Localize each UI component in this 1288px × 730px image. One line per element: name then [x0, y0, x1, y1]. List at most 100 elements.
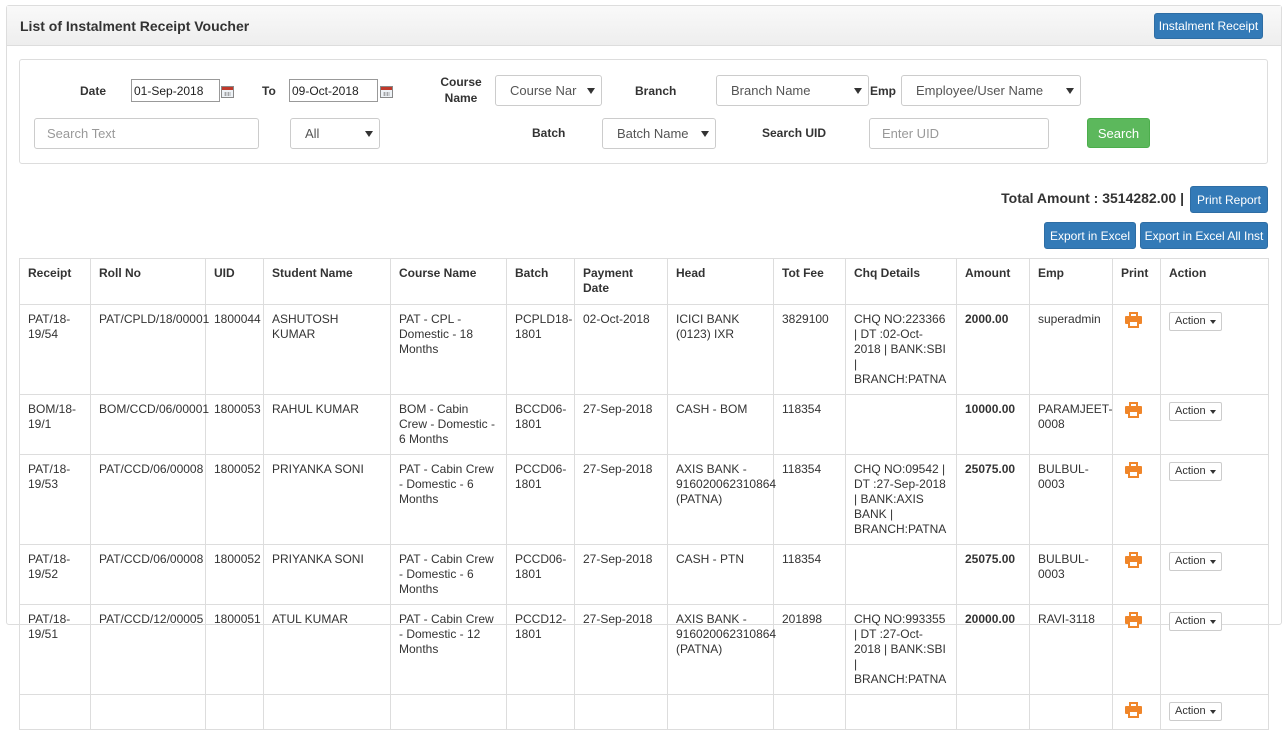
column-header[interactable]: UID [205, 258, 264, 305]
head-cell [667, 694, 774, 730]
page-title: List of Instalment Receipt Voucher [20, 18, 250, 34]
action-dropdown-button[interactable]: Action [1169, 702, 1222, 721]
column-header[interactable]: Course Name [390, 258, 507, 305]
emp-cell: BULBUL-0003 [1029, 544, 1113, 605]
calendar-icon[interactable] [380, 86, 393, 98]
instalment-receipt-button[interactable]: Instalment Receipt [1154, 13, 1263, 39]
tot-fee-cell: 3829100 [773, 304, 846, 395]
column-header[interactable]: Payment Date [574, 258, 668, 305]
print-cell [1112, 304, 1161, 395]
batch-cell: PCCD06-1801 [506, 544, 575, 605]
action-dropdown-button[interactable]: Action [1169, 312, 1222, 331]
chq-details-cell: CHQ NO:09542 | DT :27-Sep-2018 | BANK:AX… [845, 454, 957, 545]
search-button[interactable]: Search [1087, 118, 1150, 148]
column-header[interactable]: Receipt [19, 258, 91, 305]
uid-cell: 1800053 [205, 394, 264, 455]
print-cell [1112, 694, 1161, 730]
emp-label: Emp [870, 84, 897, 98]
receipt-cell [19, 694, 91, 730]
caret-down-icon [1209, 559, 1216, 564]
table-row: Action [19, 694, 1269, 730]
table-row: PAT/18-19/52 PAT/CCD/06/00008 1800052 PR… [19, 544, 1269, 605]
action-cell: Action [1160, 394, 1269, 455]
payment-date-cell: 27-Sep-2018 [574, 544, 668, 605]
head-cell: CASH - BOM [667, 394, 774, 455]
caret-down-icon [1209, 469, 1216, 474]
tot-fee-cell: 118354 [773, 454, 846, 545]
student-name-cell: ATUL KUMAR [263, 604, 391, 695]
to-label: To [262, 84, 276, 98]
course-name-cell: PAT - Cabin Crew - Domestic - 6 Months [390, 544, 507, 605]
printer-icon[interactable] [1125, 612, 1142, 628]
action-dropdown-button[interactable]: Action [1169, 402, 1222, 421]
date-from-input[interactable]: 01-Sep-2018 [131, 79, 220, 102]
action-dropdown-button[interactable]: Action [1169, 612, 1222, 631]
chq-details-cell [845, 694, 957, 730]
column-header[interactable]: Roll No [90, 258, 206, 305]
student-name-cell: ASHUTOSH KUMAR [263, 304, 391, 395]
print-cell [1112, 394, 1161, 455]
calendar-icon[interactable] [221, 86, 234, 98]
course-select[interactable]: Course Nar [495, 75, 602, 106]
course-name-cell: PAT - CPL - Domestic - 18 Months [390, 304, 507, 395]
receipt-cell: PAT/18-19/52 [19, 544, 91, 605]
date-to-input[interactable]: 09-Oct-2018 [289, 79, 378, 102]
student-name-cell [263, 694, 391, 730]
tot-fee-cell: 201898 [773, 604, 846, 695]
column-header[interactable]: Chq Details [845, 258, 957, 305]
employee-select[interactable]: Employee/User Name [901, 75, 1081, 106]
branch-select-value: Branch Name [731, 83, 811, 98]
column-header[interactable]: Amount [956, 258, 1030, 305]
student-name-cell: PRIYANKA SONI [263, 454, 391, 545]
printer-icon[interactable] [1125, 312, 1142, 328]
emp-cell: superadmin [1029, 304, 1113, 395]
caret-down-icon [1209, 319, 1216, 324]
batch-select-value: Batch Name [617, 126, 689, 141]
all-select[interactable]: All [290, 118, 380, 149]
search-uid-label: Search UID [762, 126, 827, 140]
course-name-cell: PAT - Cabin Crew - Domestic - 6 Months [390, 454, 507, 545]
search-text-input[interactable]: Search Text [34, 118, 259, 149]
printer-icon[interactable] [1125, 402, 1142, 418]
batch-cell: PCCD12-1801 [506, 604, 575, 695]
chq-details-cell [845, 544, 957, 605]
amount-cell: 20000.00 [956, 604, 1030, 695]
action-dropdown-button[interactable]: Action [1169, 552, 1222, 571]
printer-icon[interactable] [1125, 702, 1142, 718]
column-header[interactable]: Tot Fee [773, 258, 846, 305]
student-name-cell: PRIYANKA SONI [263, 544, 391, 605]
batch-select[interactable]: Batch Name [602, 118, 716, 149]
emp-cell: RAVI-3118 [1029, 604, 1113, 695]
column-header[interactable]: Batch [506, 258, 575, 305]
chq-details-cell: CHQ NO:223366 | DT :02-Oct-2018 | BANK:S… [845, 304, 957, 395]
action-label: Action [1175, 555, 1206, 567]
amount-cell: 25075.00 [956, 454, 1030, 545]
printer-icon[interactable] [1125, 462, 1142, 478]
column-header[interactable]: Head [667, 258, 774, 305]
receipt-cell: PAT/18-19/51 [19, 604, 91, 695]
action-label: Action [1175, 615, 1206, 627]
batch-cell [506, 694, 575, 730]
roll-no-cell: PAT/CPLD/18/00001 [90, 304, 209, 395]
export-excel-button[interactable]: Export in Excel [1044, 222, 1136, 249]
column-header[interactable]: Student Name [263, 258, 391, 305]
branch-select[interactable]: Branch Name [716, 75, 869, 106]
export-excel-all-button[interactable]: Export in Excel All Inst [1140, 222, 1268, 249]
roll-no-cell [90, 694, 206, 730]
print-report-button[interactable]: Print Report [1190, 186, 1268, 213]
chq-details-cell [845, 394, 957, 455]
course-name-label: Course Name [440, 75, 482, 105]
action-cell: Action [1160, 454, 1269, 545]
total-amount: Total Amount : 3514282.00 | [1001, 190, 1184, 206]
payment-date-cell: 27-Sep-2018 [574, 454, 668, 545]
printer-icon[interactable] [1125, 552, 1142, 568]
course-select-value: Course Nar [510, 83, 577, 98]
uid-cell: 1800051 [205, 604, 264, 695]
action-dropdown-button[interactable]: Action [1169, 462, 1222, 481]
column-header[interactable]: Emp [1029, 258, 1113, 305]
roll-no-cell: PAT/CCD/06/00008 [90, 454, 206, 545]
action-label: Action [1175, 405, 1206, 417]
panel-heading: List of Instalment Receipt Voucher [7, 6, 1281, 46]
uid-input[interactable]: Enter UID [869, 118, 1049, 149]
payment-date-cell [574, 694, 668, 730]
